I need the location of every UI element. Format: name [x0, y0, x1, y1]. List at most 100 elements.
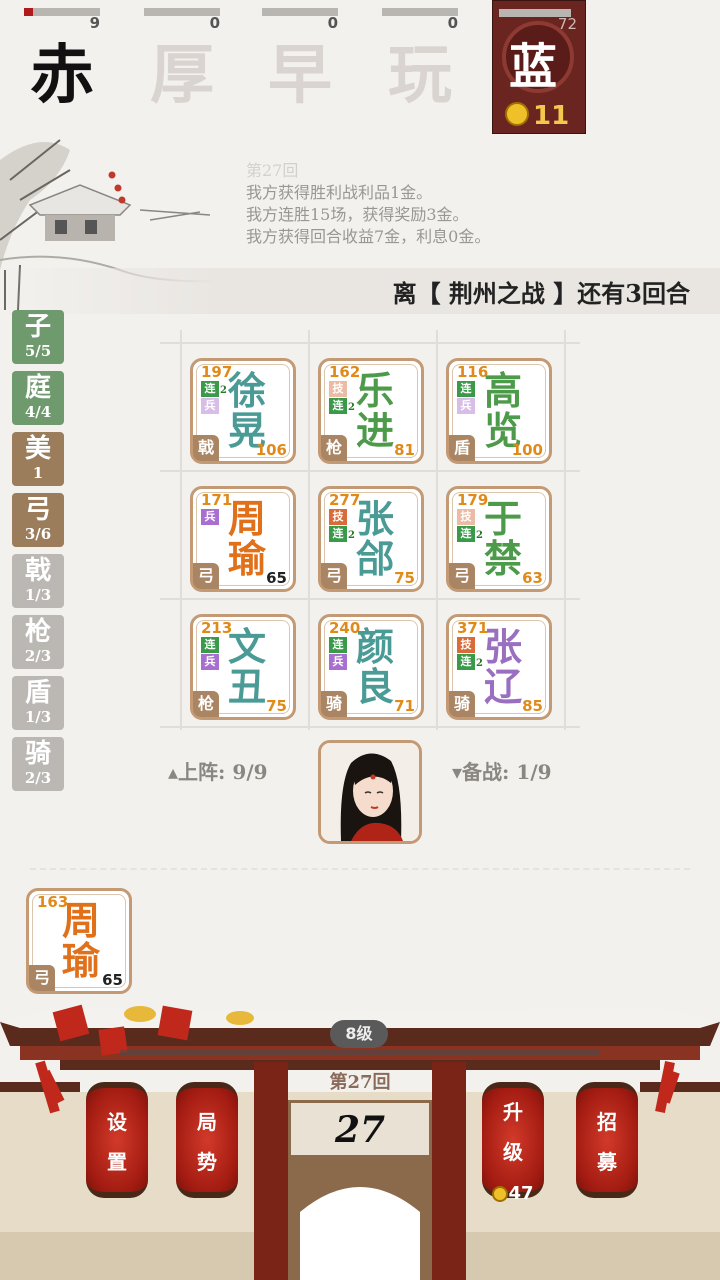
board-unit-card[interactable]: 213 文丑连兵枪 75: [190, 614, 296, 720]
unit-name: 颜良: [351, 627, 399, 707]
trait-tag-label: 技: [332, 510, 344, 523]
unit-tags: 技连2: [329, 509, 355, 543]
synergy-tab-label: 盾: [24, 678, 51, 708]
unit-name-char: 良: [355, 664, 394, 709]
unit-name: 张郃: [351, 499, 399, 579]
unit-type-badge: 弓: [321, 563, 347, 589]
trait-tag: 连2: [329, 526, 355, 542]
unit-name-char: 文: [227, 624, 266, 669]
trait-tag-label: 连: [204, 382, 216, 395]
log-line: 我方获得胜利战利品1金。: [246, 183, 433, 202]
board-grid-line: [564, 330, 566, 730]
unit-attack: 75: [394, 569, 415, 587]
upgrade-char: 升: [503, 1100, 523, 1124]
trait-tag: 兵: [201, 398, 219, 414]
settings-button[interactable]: 设置: [86, 1072, 148, 1202]
bench-unit-card[interactable]: 163 周瑜弓 65: [26, 888, 132, 994]
log-line: 我方连胜15场，获得奖励3金。: [246, 205, 469, 224]
unit-tags: 连2兵: [201, 381, 227, 415]
board-unit-card[interactable]: 197 徐晃连 2 兵戟 106: [190, 358, 296, 464]
trait-tag-level: 2: [348, 530, 355, 541]
recruit-button[interactable]: 招募: [576, 1072, 638, 1202]
unit-type-badge: 骑: [321, 691, 347, 717]
unit-name: 张辽: [479, 627, 527, 707]
faction-progress-fill: [24, 8, 34, 16]
unit-attack: 81: [394, 441, 415, 459]
synergy-tab-count: 2/3: [24, 647, 52, 665]
synergy-tab-count: 1: [32, 464, 44, 482]
unit-name: 周瑜: [223, 499, 271, 579]
situation-char: 势: [197, 1150, 217, 1174]
unit-name: 高览: [479, 371, 527, 451]
unit-name-char: 徐: [227, 368, 266, 413]
settings-char: 设: [107, 1110, 127, 1134]
board-grid-line: [436, 330, 438, 730]
reserve-arrow-icon: ▾: [452, 760, 463, 784]
board-grid-line: [180, 330, 182, 730]
unit-attack: 100: [511, 441, 543, 459]
round-label: 第27回: [329, 1072, 391, 1093]
board-unit-card[interactable]: 240 颜良连兵骑 71: [318, 614, 424, 720]
situation-char: 局: [197, 1110, 217, 1134]
synergy-tab-8[interactable]: 骑 2/3: [12, 737, 64, 791]
synergy-tab-1[interactable]: 子 5/5: [12, 310, 64, 364]
synergy-tab-label: 庭: [24, 373, 51, 403]
reserve-value: 1/9: [516, 760, 552, 784]
trait-tag-level: 2: [476, 530, 483, 541]
synergy-tab-label: 子: [24, 312, 51, 342]
unit-tags: 连兵: [329, 637, 353, 671]
unit-type-badge: 枪: [193, 691, 219, 717]
unit-type-badge: 弓: [29, 965, 55, 991]
unit-name-char: 张: [483, 624, 522, 669]
player-faction-card[interactable]: 72 蓝 11: [492, 0, 586, 134]
unit-attack: 85: [522, 697, 543, 715]
board-unit-card[interactable]: 179 于禁技连 2 弓 63: [446, 486, 552, 592]
unit-type-badge: 弓: [449, 563, 475, 589]
synergy-tab-count: 1/3: [24, 586, 52, 604]
commander-portrait[interactable]: [318, 740, 422, 844]
faction-card[interactable]: 9赤: [20, 0, 100, 113]
unit-attack: 75: [266, 697, 287, 715]
deploy-label: 上阵:: [178, 760, 226, 784]
board-unit-card[interactable]: 162 乐进技连 2 枪 81: [318, 358, 424, 464]
faction-glyph: 厚: [150, 38, 214, 113]
board-unit-card[interactable]: 171 周瑜兵弓 65: [190, 486, 296, 592]
synergy-tab-6[interactable]: 枪 2/3: [12, 615, 64, 669]
faction-card[interactable]: 0早: [258, 0, 338, 113]
trait-tag-level: 2: [348, 402, 355, 413]
situation-button[interactable]: 局势: [176, 1072, 238, 1202]
board-unit-card[interactable]: 116 高览连兵盾 100: [446, 358, 552, 464]
round-counter: 27: [288, 1100, 432, 1158]
trait-tag-label: 连: [204, 638, 216, 651]
recruit-char: 募: [597, 1150, 617, 1174]
trait-tag: 兵: [201, 654, 219, 670]
synergy-tab-2[interactable]: 庭 4/4: [12, 371, 64, 425]
synergy-tab-7[interactable]: 盾 1/3: [12, 676, 64, 730]
synergy-tab-count: 4/4: [24, 403, 52, 421]
unit-name-char: 辽: [483, 664, 522, 709]
synergy-tab-3[interactable]: 美1: [12, 432, 64, 486]
board-unit-card[interactable]: 277 张郃技连 2 弓 75: [318, 486, 424, 592]
synergy-tab-4[interactable]: 弓 3/6: [12, 493, 64, 547]
faction-card[interactable]: 0玩: [378, 0, 458, 113]
board-grid-line: [160, 726, 580, 728]
trait-tag: 连2: [329, 398, 355, 414]
faction-card[interactable]: 0厚: [140, 0, 220, 113]
board-unit-card[interactable]: 371 张辽技连 2 骑 85: [446, 614, 552, 720]
trait-tag-label: 技: [460, 638, 472, 651]
unit-name-char: 乐: [355, 368, 394, 413]
upgrade-button[interactable]: 升级 47: [482, 1072, 544, 1204]
trait-tag-label: 连: [332, 399, 344, 412]
unit-attack: 65: [266, 569, 287, 587]
trait-tag: 连: [457, 381, 475, 397]
player-glyph: 蓝: [509, 39, 558, 95]
upgrade-cost-value: 47: [508, 1183, 534, 1204]
unit-name-char: 郃: [355, 536, 394, 581]
synergy-tab-label: 骑: [24, 739, 51, 769]
battle-countdown-text: 离【 荆州之战 】还有3回合: [392, 279, 690, 308]
unit-type-badge: 盾: [449, 435, 475, 461]
log-round-header: 第27回: [246, 161, 299, 180]
battle-countdown-banner: 离【 荆州之战 】还有3回合: [0, 268, 720, 314]
coin-icon: [492, 1186, 509, 1202]
synergy-tab-5[interactable]: 戟 1/3: [12, 554, 64, 608]
